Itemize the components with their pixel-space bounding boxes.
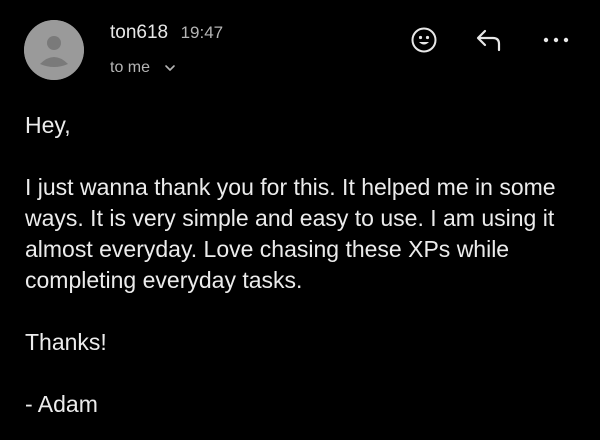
sender-line: ton618 19:47 — [110, 22, 223, 44]
avatar-placeholder-icon — [24, 20, 84, 80]
sent-time: 19:47 — [180, 23, 224, 42]
chevron-down-icon — [165, 65, 175, 71]
email-header: ton618 19:47 to me — [0, 0, 600, 100]
reply-icon — [476, 29, 501, 52]
emoji-reaction-button[interactable] — [406, 22, 442, 58]
sender-name[interactable]: ton618 — [110, 22, 168, 43]
email-closing: Thanks! — [25, 329, 107, 355]
more-options-button[interactable] — [538, 22, 574, 58]
email-signature: - Adam — [25, 391, 98, 417]
reply-button[interactable] — [472, 22, 508, 58]
sender-avatar[interactable] — [24, 20, 84, 80]
more-options-icon — [543, 37, 569, 43]
emoji-reaction-icon — [411, 27, 437, 53]
recipient-label: to me — [110, 59, 151, 76]
email-body: Hey, I just wanna thank you for this. It… — [25, 110, 585, 420]
email-greeting: Hey, — [25, 112, 71, 138]
email-paragraph: I just wanna thank you for this. It help… — [25, 174, 556, 293]
recipient-toggle[interactable]: to me — [110, 59, 176, 77]
